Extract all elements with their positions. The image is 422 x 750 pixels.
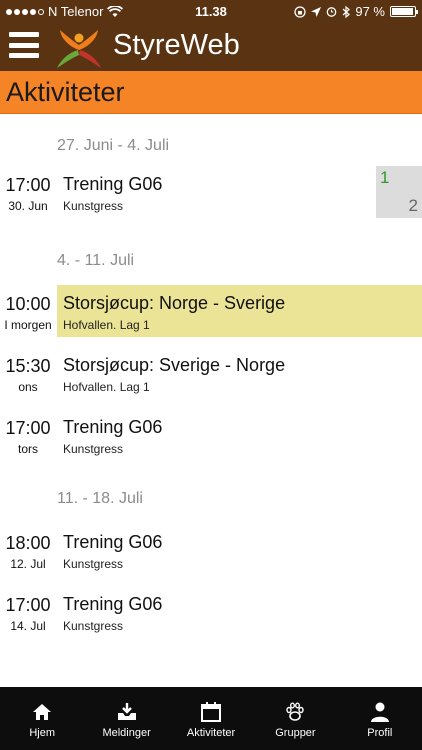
- item-date: tors: [17, 442, 38, 456]
- item-name: Storsjøcup: Norge - Sverige: [63, 293, 286, 313]
- week-header: 11. - 18. Juli: [57, 490, 143, 507]
- menu-icon[interactable]: [9, 32, 39, 58]
- inbox-icon: [117, 703, 136, 720]
- brand-name: StyreWeb: [113, 29, 240, 61]
- status-right: 97 %: [294, 4, 418, 19]
- item-place: Kunstgress: [63, 557, 124, 571]
- item-time: 17:00: [5, 418, 51, 438]
- home-icon: [33, 704, 52, 720]
- page-title: Aktiviteter: [6, 77, 125, 107]
- section-title-bar: Aktiviteter: [0, 71, 422, 114]
- item-time: 17:00: [5, 595, 51, 615]
- tab-grupper[interactable]: Grupper: [253, 687, 337, 750]
- tab-profil[interactable]: Profil: [338, 687, 422, 750]
- nav-bar: StyreWeb: [0, 24, 422, 71]
- list-item[interactable]: 17:00 14. Jul Trening G06 Kunstgress: [0, 586, 422, 644]
- item-time: 18:00: [5, 533, 51, 553]
- battery-icon: [390, 6, 418, 17]
- count-yes: 1: [380, 168, 390, 187]
- lock-rotation-icon: [294, 5, 307, 18]
- item-date: 12. Jul: [10, 557, 46, 571]
- item-place: Kunstgress: [63, 619, 124, 633]
- bluetooth-icon: [342, 5, 351, 18]
- item-place: Kunstgress: [63, 199, 124, 213]
- list-item[interactable]: 15:30 ons Storsjøcup: Sverige - Norge Ho…: [0, 347, 422, 405]
- status-bar: N Telenor 11.38 97 %: [0, 0, 422, 24]
- item-name: Storsjøcup: Sverige - Norge: [63, 355, 286, 375]
- item-date: 14. Jul: [10, 619, 46, 633]
- item-date: 30. Jun: [8, 199, 48, 213]
- battery-percent: 97 %: [355, 4, 385, 19]
- tab-label: Profil: [367, 727, 393, 739]
- tab-bar: Hjem Meldinger Aktiviteter Grupper Profi…: [0, 687, 422, 750]
- item-time: 15:30: [5, 356, 51, 376]
- person-icon: [370, 702, 389, 722]
- item-place: Kunstgress: [63, 442, 124, 456]
- tab-label: Aktiviteter: [186, 727, 236, 739]
- list-item[interactable]: 17:00 30. Jun Trening G06 Kunstgress 1 2: [0, 166, 422, 224]
- item-name: Trening G06: [63, 532, 163, 552]
- item-date: ons: [18, 380, 38, 394]
- list-item[interactable]: 18:00 12. Jul Trening G06 Kunstgress: [0, 524, 422, 582]
- item-time: 17:00: [5, 175, 51, 195]
- item-name: Trening G06: [63, 594, 163, 614]
- attendance-counts: 1 2: [376, 166, 422, 218]
- tab-meldinger[interactable]: Meldinger: [84, 687, 168, 750]
- count-no: 2: [408, 196, 418, 215]
- tab-label: Grupper: [275, 727, 316, 739]
- item-date: I morgen: [4, 318, 52, 332]
- styreweb-logo: [57, 30, 101, 68]
- item-name: Trening G06: [63, 174, 163, 194]
- list-item[interactable]: 17:00 tors Trening G06 Kunstgress: [0, 409, 422, 467]
- activity-list[interactable]: 27. Juni - 4. Juli 17:00 30. Jun Trening…: [0, 114, 422, 687]
- item-name: Trening G06: [63, 417, 163, 437]
- paw-icon: [286, 702, 305, 721]
- calendar-icon: [201, 702, 222, 722]
- item-place: Hofvallen. Lag 1: [63, 380, 150, 394]
- tab-hjem[interactable]: Hjem: [0, 687, 84, 750]
- app: N Telenor 11.38 97 % StyreWeb Aktivitete…: [0, 0, 422, 750]
- week-header: 27. Juni - 4. Juli: [57, 137, 170, 154]
- tab-label: Meldinger: [102, 727, 151, 739]
- list-item[interactable]: 10:00 I morgen Storsjøcup: Norge - Sveri…: [0, 285, 422, 343]
- tab-aktiviteter[interactable]: Aktiviteter: [169, 687, 253, 750]
- location-icon: [311, 6, 322, 17]
- alarm-icon: [327, 7, 337, 17]
- header: N Telenor 11.38 97 % StyreWeb: [0, 0, 422, 71]
- week-header: 4. - 11. Juli: [57, 252, 135, 269]
- tab-label: Hjem: [29, 727, 56, 739]
- item-place: Hofvallen. Lag 1: [63, 318, 150, 332]
- item-time: 10:00: [5, 294, 51, 314]
